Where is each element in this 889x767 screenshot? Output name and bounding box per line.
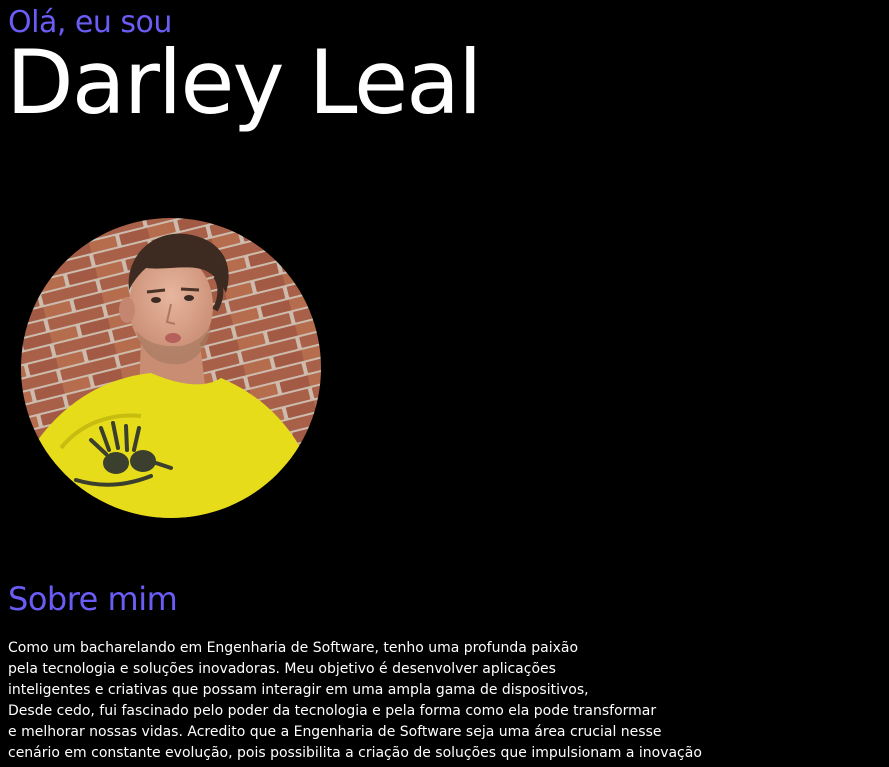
- about-line: cenário em constante evolução, pois poss…: [8, 745, 702, 761]
- about-paragraph: Como um bacharelando em Engenharia de So…: [8, 638, 748, 764]
- about-line: inteligentes e criativas que possam inte…: [8, 682, 589, 698]
- about-line: Desde cedo, fui fascinado pelo poder da …: [8, 703, 657, 719]
- profile-photo-illustration: [21, 218, 321, 518]
- hero-name: Darley Leal: [6, 31, 483, 134]
- about-line: pela tecnologia e soluções inovadoras. M…: [8, 661, 556, 677]
- about-line: e melhorar nossas vidas. Acredito que a …: [8, 724, 662, 740]
- portfolio-page: Olá, eu sou Darley Leal Sobre mim Como u…: [0, 0, 889, 767]
- profile-photo: [21, 218, 321, 518]
- about-line: Como um bacharelando em Engenharia de So…: [8, 640, 579, 656]
- about-title: Sobre mim: [8, 580, 178, 618]
